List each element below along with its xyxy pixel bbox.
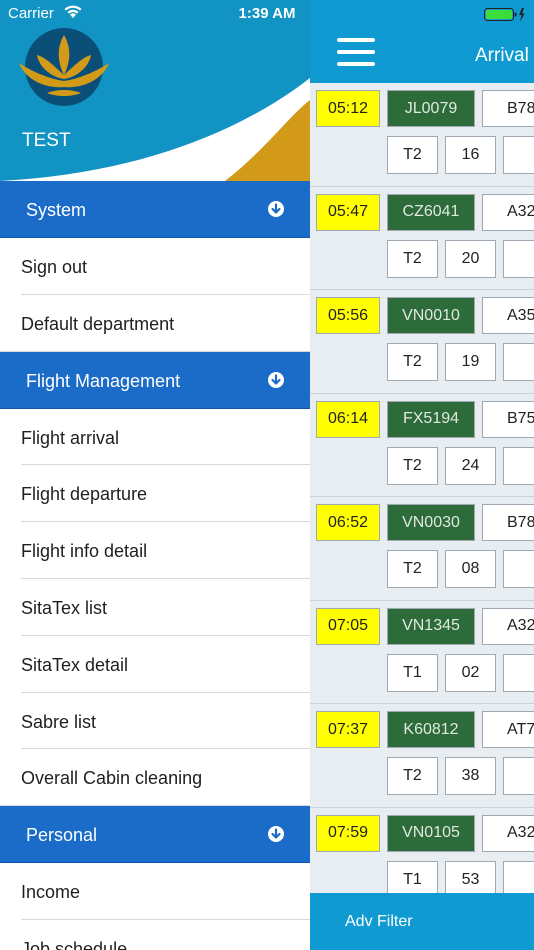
flight-row[interactable]: 06:14FX5194B757 T224 xyxy=(310,394,534,497)
aircraft-type: AT7 xyxy=(482,711,534,748)
menu-item[interactable]: Job schedule xyxy=(0,920,310,950)
menu-item[interactable]: Flight departure xyxy=(0,465,310,523)
terminal: T2 xyxy=(387,136,438,174)
arrival-time: 06:14 xyxy=(316,400,380,438)
menu-item[interactable]: Sabre list xyxy=(0,693,310,750)
flight-row[interactable]: 05:47 CZ6041 A32 T2 20 xyxy=(310,187,534,290)
status-bar: Carrier 1:39 AM xyxy=(0,0,534,28)
aircraft-type: B78 xyxy=(482,90,534,127)
arrival-time: 06:52 xyxy=(316,504,380,541)
arrival-time: 05:12 xyxy=(316,90,380,127)
extra-cell xyxy=(503,239,534,278)
section-label: System xyxy=(26,200,87,220)
flight-number: K60812 xyxy=(387,711,475,748)
aircraft-type: A32 xyxy=(482,193,534,231)
menu-item-label: Flight arrival xyxy=(21,427,120,448)
arrival-time: 07:05 xyxy=(316,607,380,645)
adv-filter-bar[interactable]: Adv Filter xyxy=(310,893,534,950)
extra-cell xyxy=(503,136,534,174)
menu-section-header[interactable]: System xyxy=(0,181,310,238)
arrival-screen: Arrival 05:12 JL0079 B78 T2 16 05:47 CZ6041 A32… xyxy=(310,0,534,950)
flight-row[interactable]: 07:37 K60812 AT7 T2 38 xyxy=(310,704,534,808)
extra-cell xyxy=(503,757,534,795)
arrow-circle-down-icon[interactable] xyxy=(268,371,284,388)
flight-row[interactable]: 05:12 JL0079 B78 T2 16 xyxy=(310,83,534,187)
flight-number: JL0079 xyxy=(387,90,475,127)
extra-cell xyxy=(503,653,534,692)
flight-number: VN0105 xyxy=(387,814,475,852)
gate-number: 02 xyxy=(445,653,496,692)
gate-number: 19 xyxy=(445,343,496,381)
menu-item[interactable]: Flight info detail xyxy=(0,522,310,579)
battery-charging-icon xyxy=(484,8,525,22)
arrival-time: 07:37 xyxy=(316,711,380,748)
arrival-time: 05:47 xyxy=(316,193,380,231)
flight-number: VN0030 xyxy=(387,504,475,541)
menu-item-label: SitaTex list xyxy=(21,597,108,618)
adv-filter-button[interactable]: Adv Filter xyxy=(345,913,413,931)
terminal: T2 xyxy=(387,343,438,381)
side-drawer: TEST System Sign out Default department Fli… xyxy=(0,0,310,950)
arrow-circle-down-icon[interactable] xyxy=(268,826,284,843)
aircraft-type: A32 xyxy=(482,607,534,645)
section-label: Personal xyxy=(26,825,98,846)
menu-item-label: Flight departure xyxy=(21,484,148,505)
lotus-logo xyxy=(19,28,109,106)
flight-row[interactable]: 06:52 VN0030 B78 T2 08 xyxy=(310,497,534,601)
menu-item-label: Sabre list xyxy=(21,711,97,732)
aircraft-type: B757 xyxy=(482,400,534,438)
menu-item[interactable]: Sign out xyxy=(0,238,310,295)
menu-item[interactable]: Income xyxy=(0,863,310,920)
gate-number: 24 xyxy=(445,446,496,485)
arrival-time: 05:56 xyxy=(316,297,380,334)
menu-item-label: Flight info detail xyxy=(21,541,148,562)
menu-item-label: SitaTex detail xyxy=(21,654,129,675)
drawer-menu: System Sign out Default department Flight M… xyxy=(0,181,310,950)
menu-item[interactable]: SitaTex detail xyxy=(0,636,310,693)
gate-number: 20 xyxy=(445,239,496,278)
menu-item[interactable]: Flight arrival xyxy=(0,409,310,466)
drawer-user-title: TEST xyxy=(22,130,71,151)
clock-text: 1:39 AM xyxy=(238,5,296,22)
gate-number: 16 xyxy=(445,136,496,174)
menu-item-label: Job schedule xyxy=(21,938,128,950)
section-label: Flight Management xyxy=(26,370,181,391)
extra-cell xyxy=(503,343,534,381)
hamburger-icon[interactable] xyxy=(337,38,377,68)
menu-item[interactable]: Overall Cabin cleaning xyxy=(0,749,310,807)
menu-section-header[interactable]: Personal xyxy=(0,806,310,864)
flight-row[interactable]: 05:56 VN0010 A35 T2 19 xyxy=(310,290,534,394)
flight-number: VN0010 xyxy=(387,297,475,334)
aircraft-type: B78 xyxy=(482,504,534,541)
gate-number: 38 xyxy=(445,757,496,795)
menu-item[interactable]: SitaTex list xyxy=(0,579,310,636)
menu-item-label: Sign out xyxy=(21,257,88,277)
flight-number: CZ6041 xyxy=(387,193,475,231)
extra-cell xyxy=(503,446,534,485)
terminal: T2 xyxy=(387,550,438,588)
terminal: T2 xyxy=(387,446,438,485)
flight-row[interactable]: 07:05 VN1345 A32 T1 02 xyxy=(310,601,534,704)
arrival-time: 07:59 xyxy=(316,814,380,852)
menu-item[interactable]: Default department xyxy=(0,295,310,352)
flight-number: VN1345 xyxy=(387,607,475,645)
extra-cell xyxy=(503,550,534,588)
gate-number: 08 xyxy=(445,550,496,588)
page-title: Arrival xyxy=(475,45,529,66)
terminal: T1 xyxy=(387,653,438,692)
clock: 1:39 AM xyxy=(0,5,534,22)
flight-number: FX5194 xyxy=(387,400,475,438)
menu-section-header[interactable]: Flight Management xyxy=(0,351,310,409)
terminal: T2 xyxy=(387,757,438,795)
menu-item-label: Income xyxy=(21,882,81,903)
aircraft-type: A35 xyxy=(482,297,534,334)
menu-item-label: Default department xyxy=(21,313,175,334)
menu-item-label: Overall Cabin cleaning xyxy=(21,768,203,789)
terminal: T2 xyxy=(387,239,438,278)
aircraft-type: A32 xyxy=(482,814,534,852)
arrow-circle-down-icon[interactable] xyxy=(268,201,284,217)
flight-list: 05:12 JL0079 B78 T2 16 05:47 CZ6041 A32 T2 20 05:5… xyxy=(310,83,534,911)
